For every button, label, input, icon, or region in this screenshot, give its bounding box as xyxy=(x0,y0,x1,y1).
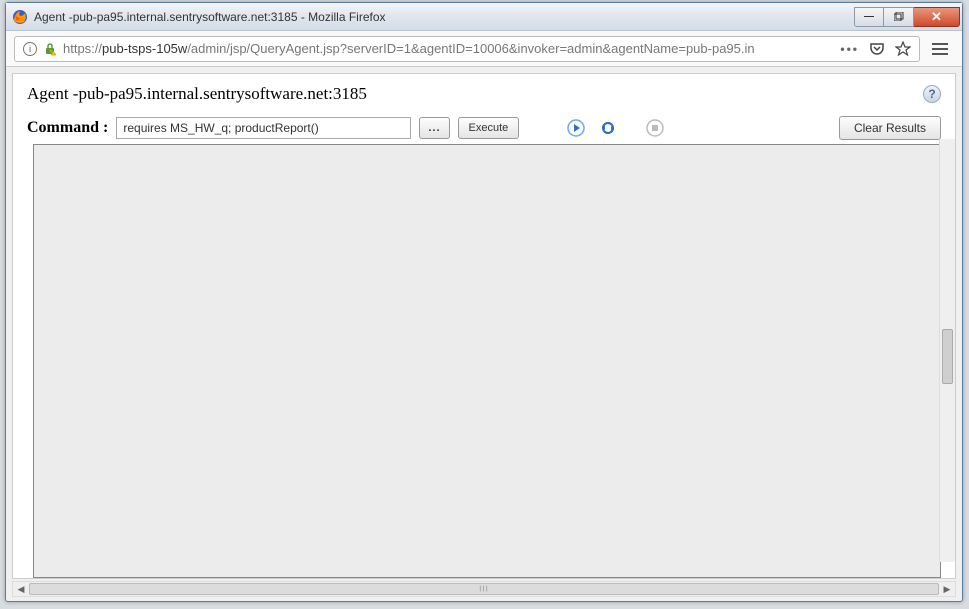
stop-icon[interactable] xyxy=(646,119,664,137)
scroll-right-arrow[interactable]: ▶ xyxy=(939,582,955,596)
maximize-button[interactable] xyxy=(884,7,914,27)
help-icon[interactable]: ? xyxy=(923,85,941,103)
menu-button[interactable] xyxy=(926,36,954,62)
horizontal-scroll-thumb[interactable]: III xyxy=(29,583,939,595)
url-text: https://pub-tsps-105w/admin/jsp/QueryAge… xyxy=(63,41,828,56)
window-title: Agent -pub-pa95.internal.sentrysoftware.… xyxy=(34,10,854,24)
play-icon[interactable] xyxy=(567,119,585,137)
horizontal-scroll-track[interactable]: III xyxy=(29,582,939,596)
lock-warning-icon[interactable] xyxy=(43,42,57,56)
toolbar-separator xyxy=(631,119,632,137)
command-label: Command : xyxy=(27,119,108,137)
browser-window: Agent -pub-pa95.internal.sentrysoftware.… xyxy=(5,2,963,602)
command-toolbar: Command : ... Execute Clear Results xyxy=(13,110,955,144)
toolbar-icons xyxy=(567,119,664,137)
browse-button[interactable]: ... xyxy=(419,117,449,139)
close-button[interactable]: ✕ xyxy=(914,7,960,27)
firefox-icon xyxy=(12,9,28,25)
page-actions-icon[interactable]: ••• xyxy=(840,42,859,56)
page-title: Agent -pub-pa95.internal.sentrysoftware.… xyxy=(27,84,367,104)
clear-results-button[interactable]: Clear Results xyxy=(839,116,941,140)
vertical-scrollbar[interactable] xyxy=(939,139,955,562)
pocket-icon[interactable] xyxy=(869,41,885,57)
url-box[interactable]: i https://pub-tsps-105w/admin/jsp/QueryA… xyxy=(14,36,920,62)
url-host: pub-tsps-105w xyxy=(102,41,187,56)
scroll-grip-icon: III xyxy=(479,585,489,594)
minimize-button[interactable]: — xyxy=(854,7,884,27)
output-area xyxy=(33,144,941,578)
address-bar: i https://pub-tsps-105w/admin/jsp/QueryA… xyxy=(6,31,962,67)
page-header: Agent -pub-pa95.internal.sentrysoftware.… xyxy=(13,74,955,110)
bookmark-star-icon[interactable] xyxy=(895,41,911,57)
url-actions: ••• xyxy=(834,41,911,57)
vertical-scroll-thumb[interactable] xyxy=(942,329,953,384)
execute-button[interactable]: Execute xyxy=(458,117,520,139)
url-path: /admin/jsp/QueryAgent.jsp?serverID=1&age… xyxy=(187,41,754,56)
command-input[interactable] xyxy=(116,117,411,139)
site-info-icon[interactable]: i xyxy=(23,42,37,56)
refresh-icon[interactable] xyxy=(599,119,617,137)
scroll-left-arrow[interactable]: ◀ xyxy=(13,582,29,596)
horizontal-scrollbar[interactable]: ◀ III ▶ xyxy=(12,581,956,597)
window-controls: — ✕ xyxy=(854,7,960,27)
page-content: Agent -pub-pa95.internal.sentrysoftware.… xyxy=(12,73,956,579)
titlebar: Agent -pub-pa95.internal.sentrysoftware.… xyxy=(6,3,962,31)
url-prefix: https:// xyxy=(63,41,102,56)
